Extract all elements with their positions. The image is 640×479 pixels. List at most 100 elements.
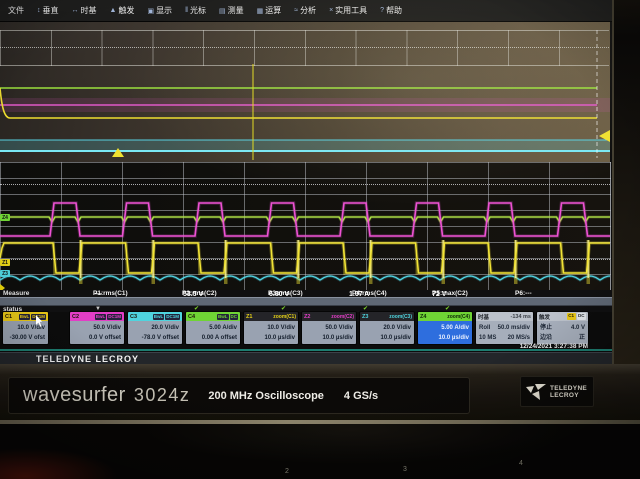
- channel-2-button[interactable]: 2: [285, 468, 289, 475]
- channel-4-button[interactable]: 4: [519, 460, 523, 467]
- menu-item-file[interactable]: 文件: [6, 5, 24, 16]
- analysis-icon: ≈: [294, 7, 299, 14]
- time-per-div: 10.0 µs/div: [264, 335, 295, 341]
- measure-p5-value: 72 V: [432, 291, 447, 298]
- menu-item-display[interactable]: ▣ 显示: [147, 5, 172, 16]
- menu-item-measure[interactable]: ▤ 测量: [219, 5, 244, 16]
- channel-box-c2[interactable]: C2 BwL DC1M 50.0 V/div 0.0 V offset: [70, 312, 124, 344]
- zoom-id: Z4: [420, 313, 427, 320]
- overview-waveform-area[interactable]: [0, 22, 610, 162]
- channel-box-c3[interactable]: C3 BwL DC1M 20.0 V/div -78.0 V offset: [128, 312, 182, 344]
- teledyne-leaf-icon: [526, 383, 546, 400]
- value-bar: [0, 297, 612, 306]
- samplerate-spec: 4 GS/s: [343, 389, 379, 402]
- time-per-div: 50.0 ms/div: [497, 325, 530, 331]
- menu-item-timebase[interactable]: ↔ 时基: [72, 5, 97, 16]
- menu-item-math[interactable]: ▦ 运算: [257, 5, 282, 16]
- channel-3-button[interactable]: 3: [403, 466, 407, 473]
- zoom-box-z2[interactable]: Z2 zoom(C2) 50.0 V/div 10.0 µs/div: [302, 312, 356, 344]
- coupling-badge: DC: [229, 313, 238, 320]
- bezel-right-edge: [614, 0, 640, 364]
- zoom-box-z1[interactable]: Z1 zoom(C1) 10.0 V/div 10.0 µs/div: [244, 312, 298, 344]
- channel-id: C2: [72, 313, 80, 320]
- timebase-box[interactable]: 时基 -134 ms Roll 50.0 ms/div 10 MS 20 MS/s: [476, 312, 533, 344]
- model-number: 3024z: [133, 385, 191, 405]
- menu-item-help[interactable]: ? 帮助: [380, 5, 402, 16]
- timebase-title: 时基: [478, 314, 490, 321]
- amps-per-div: 5.00 A/div: [209, 325, 237, 331]
- model-plate: wavesurfer 3024z 200 MHz Oscilloscope 4 …: [8, 377, 470, 414]
- zoom-source: zoom(C4): [447, 313, 470, 320]
- bandwidth-spec: 200 MHz Oscilloscope: [208, 389, 324, 402]
- trigger-delay: -134 ms: [510, 313, 532, 320]
- time-per-div: 10.0 µs/div: [380, 335, 411, 341]
- trigger-icon: ▲: [109, 7, 117, 14]
- volts-per-div: 10.0 V/div: [17, 325, 45, 331]
- menu-label: 显示: [156, 6, 173, 15]
- timebase-mode: Roll: [479, 325, 491, 331]
- trace-indicator-z1[interactable]: Z1: [0, 259, 10, 266]
- menu-item-utilities[interactable]: × 实用工具: [329, 5, 367, 16]
- time-per-div: 10.0 µs/div: [438, 335, 469, 341]
- trigger-type: 边沿: [540, 335, 553, 341]
- menu-label: 运算: [265, 6, 282, 15]
- menu-label: 触发: [118, 6, 135, 15]
- bandwidth-badge: BwL: [94, 313, 107, 320]
- trigger-coupling-badge: DC: [576, 313, 586, 320]
- timestamp: 12/24/2021 3:27:38 PM: [519, 343, 588, 350]
- menu-item-cursors[interactable]: ‖ 光标: [185, 5, 206, 16]
- measure-p2-value: 53.5 V: [183, 291, 204, 298]
- channel-id: C4: [188, 313, 196, 320]
- menu-item-analysis[interactable]: ≈ 分析: [294, 5, 316, 16]
- screen-brand-footer: TELEDYNE LECROY: [0, 352, 612, 364]
- measure-p6-label[interactable]: P6:---: [515, 290, 532, 297]
- menu-label: 垂直: [42, 6, 59, 15]
- offset: -78.0 V offset: [141, 335, 179, 341]
- bandwidth-badge: BwL: [18, 313, 31, 320]
- time-per-div: 10.0 µs/div: [322, 335, 353, 341]
- trigger-level: 4.0 V: [570, 325, 585, 331]
- zoom-id: Z2: [304, 313, 311, 320]
- measure-p4-value: 1.07 A: [349, 291, 370, 298]
- coupling-badge: DC1M: [165, 313, 180, 320]
- zoom-id: Z1: [246, 313, 253, 320]
- zoom-box-z3[interactable]: Z3 zoom(C3) 20.0 V/div 10.0 µs/div: [360, 312, 414, 344]
- screen: 文件 ↕ 垂直 ↔ 时基 ▲ 触发 ▣ 显示 ‖ 光标 ▤ 测量 ▦ 运算 ≈ 分析 × 实用工具…: [0, 0, 614, 364]
- menu-label: 时基: [80, 6, 97, 15]
- trace-indicator-z4[interactable]: Z4: [0, 214, 10, 221]
- front-bezel: wavesurfer 3024z 200 MHz Oscilloscope 4 …: [0, 364, 640, 422]
- offset: 0.0 V offset: [88, 335, 121, 341]
- measure-icon: ▤: [218, 7, 226, 15]
- utilities-icon: ×: [329, 7, 334, 14]
- volts-per-div: 20.0 V/div: [383, 325, 411, 331]
- zoom-id: Z3: [362, 313, 369, 320]
- menu-item-trigger[interactable]: ▲ 触发: [110, 5, 135, 16]
- volts-per-div: 20.0 V/div: [151, 325, 179, 331]
- channel-box-c1[interactable]: C1 BwL DC1M 10.0 V/div -30.00 V ofst: [3, 312, 48, 344]
- offset: 0.00 A offset: [201, 335, 237, 341]
- menu-label: 测量: [227, 6, 244, 15]
- coupling-badge: DC1M: [107, 313, 122, 320]
- bandwidth-badge: BwL: [152, 313, 165, 320]
- measure-p3-value: 6.80 V: [269, 291, 290, 298]
- menu-item-vertical[interactable]: ↕ 垂直: [37, 5, 59, 16]
- measure-p1-value: —: [95, 291, 102, 298]
- zoom-box-z4-selected[interactable]: Z4 zoom(C4) 5.00 A/div 10.0 µs/div: [418, 312, 472, 344]
- help-icon: ?: [380, 7, 385, 14]
- menu-label: 帮助: [386, 6, 403, 15]
- bandwidth-badge: BwL: [217, 313, 229, 320]
- sample-rate: 20 MS/s: [507, 335, 530, 341]
- menu-bar: 文件 ↕ 垂直 ↔ 时基 ▲ 触发 ▣ 显示 ‖ 光标 ▤ 测量 ▦ 运算 ≈ 分析 × 实用工具…: [0, 0, 612, 22]
- menu-label: 分析: [300, 6, 317, 15]
- teledyne-lecroy-logo: TELEDYNE LECROY: [520, 376, 594, 407]
- channel-box-c4[interactable]: C4 BwL DC 5.00 A/div 0.00 A offset: [186, 312, 240, 344]
- zoom-waveform-area[interactable]: Z4 Z1 Z3: [0, 162, 611, 290]
- trigger-box[interactable]: 触发 C1 DC 停止 4.0 V 边沿 正: [537, 312, 588, 344]
- math-icon: ▦: [256, 7, 264, 15]
- oscilloscope: 文件 ↕ 垂直 ↔ 时基 ▲ 触发 ▣ 显示 ‖ 光标 ▤ 测量 ▦ 运算 ≈ 分析 × 实用工具…: [0, 0, 640, 479]
- trace-indicator-z3[interactable]: Z3: [0, 270, 10, 277]
- logo-line1: TELEDYNE: [550, 384, 588, 392]
- display-icon: ▣: [147, 7, 155, 15]
- timebase-icon: ↔: [71, 7, 79, 14]
- measure-table: Measure value status P1:rms(C1) P2:rms(C…: [0, 290, 612, 313]
